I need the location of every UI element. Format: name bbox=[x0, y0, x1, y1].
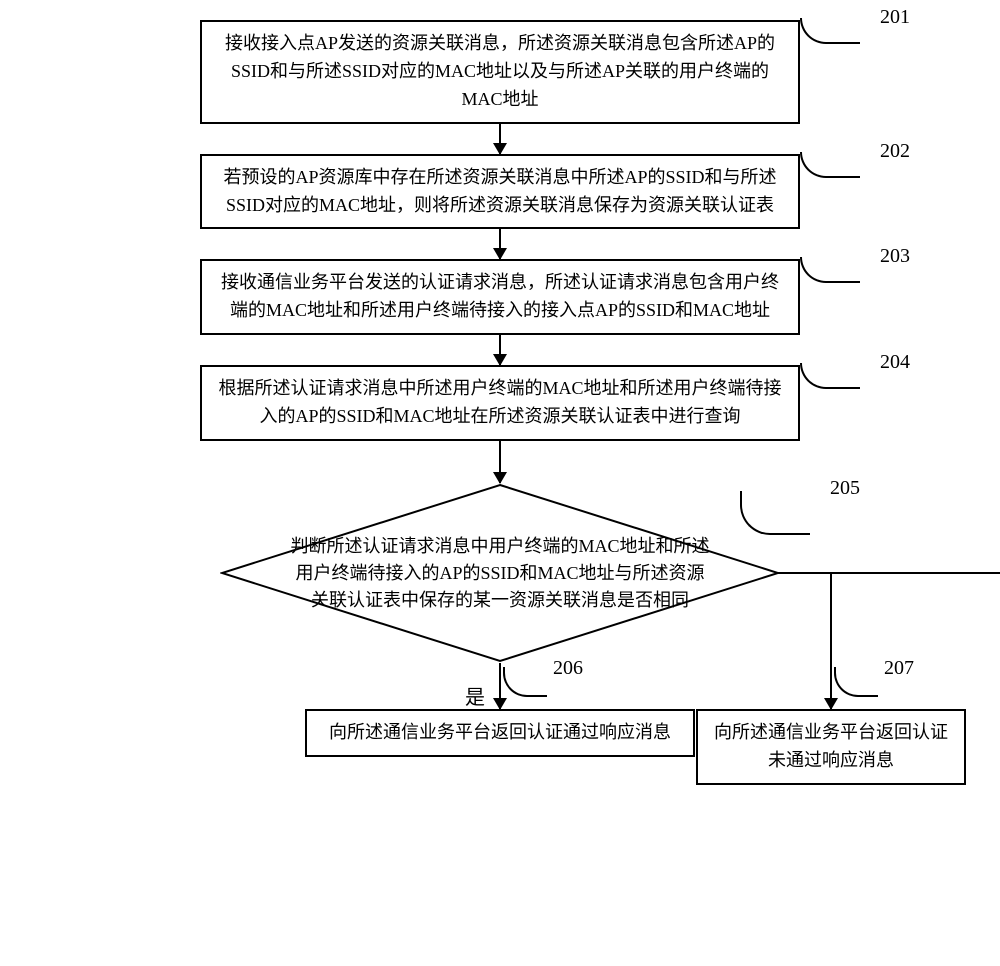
step-206-text: 向所述通信业务平台返回认证通过响应消息 bbox=[329, 722, 671, 742]
step-201-group: 接收接入点AP发送的资源关联消息，所述资源关联消息包含所述AP的SSID和与所述… bbox=[200, 20, 800, 124]
arrow-down-icon bbox=[499, 335, 501, 365]
step-202-group: 若预设的AP资源库中存在所述资源关联消息中所述AP的SSID和与所述SSID对应… bbox=[200, 154, 800, 230]
step-203-text: 接收通信业务平台发送的认证请求消息，所述认证请求消息包含用户终端的MAC地址和所… bbox=[221, 272, 779, 320]
yes-branch: 是 206 向所述通信业务平台返回认证通过响应消息 bbox=[305, 663, 695, 757]
step-204-box: 根据所述认证请求消息中所述用户终端的MAC地址和所述用户终端待接入的AP的SSI… bbox=[200, 365, 800, 441]
leader-line bbox=[740, 491, 810, 535]
step-207-box: 向所述通信业务平台返回认证未通过响应消息 bbox=[696, 709, 966, 785]
arrow-down-icon bbox=[499, 441, 501, 483]
leader-line bbox=[800, 152, 860, 178]
arrow-down-icon bbox=[499, 124, 501, 154]
leader-line bbox=[834, 667, 878, 697]
step-206-box: 向所述通信业务平台返回认证通过响应消息 bbox=[305, 709, 695, 757]
yes-label: 是 bbox=[465, 681, 485, 710]
flowchart: 接收接入点AP发送的资源关联消息，所述资源关联消息包含所述AP的SSID和与所述… bbox=[10, 20, 990, 783]
leader-line bbox=[800, 18, 860, 44]
step-204-text: 根据所述认证请求消息中所述用户终端的MAC地址和所述用户终端待接入的AP的SSI… bbox=[218, 378, 781, 426]
step-207-ref: 207 bbox=[884, 657, 914, 680]
arrow-down-icon bbox=[499, 663, 501, 709]
step-206-ref: 206 bbox=[553, 657, 583, 680]
leader-line bbox=[800, 363, 860, 389]
step-203-group: 接收通信业务平台发送的认证请求消息，所述认证请求消息包含用户终端的MAC地址和所… bbox=[200, 259, 800, 335]
step-203-box: 接收通信业务平台发送的认证请求消息，所述认证请求消息包含用户终端的MAC地址和所… bbox=[200, 259, 800, 335]
leader-line bbox=[503, 667, 547, 697]
branch-area: 是 206 向所述通信业务平台返回认证通过响应消息 207 向所述通信业务平台返… bbox=[10, 663, 990, 783]
step-205-ref: 205 bbox=[830, 477, 860, 500]
arrow-down-icon bbox=[830, 573, 832, 709]
no-branch: 207 向所述通信业务平台返回认证未通过响应消息 bbox=[696, 573, 966, 785]
arrow-down-icon bbox=[499, 229, 501, 259]
step-201-text: 接收接入点AP发送的资源关联消息，所述资源关联消息包含所述AP的SSID和与所述… bbox=[225, 33, 775, 109]
step-201-ref: 201 bbox=[880, 6, 910, 29]
step-204-group: 根据所述认证请求消息中所述用户终端的MAC地址和所述用户终端待接入的AP的SSI… bbox=[200, 365, 800, 441]
step-203-ref: 203 bbox=[880, 245, 910, 268]
step-202-ref: 202 bbox=[880, 140, 910, 163]
leader-line bbox=[800, 257, 860, 283]
step-202-text: 若预设的AP资源库中存在所述资源关联消息中所述AP的SSID和与所述SSID对应… bbox=[223, 167, 776, 215]
step-207-text: 向所述通信业务平台返回认证未通过响应消息 bbox=[714, 722, 948, 770]
step-201-box: 接收接入点AP发送的资源关联消息，所述资源关联消息包含所述AP的SSID和与所述… bbox=[200, 20, 800, 124]
step-204-ref: 204 bbox=[880, 351, 910, 374]
step-202-box: 若预设的AP资源库中存在所述资源关联消息中所述AP的SSID和与所述SSID对应… bbox=[200, 154, 800, 230]
